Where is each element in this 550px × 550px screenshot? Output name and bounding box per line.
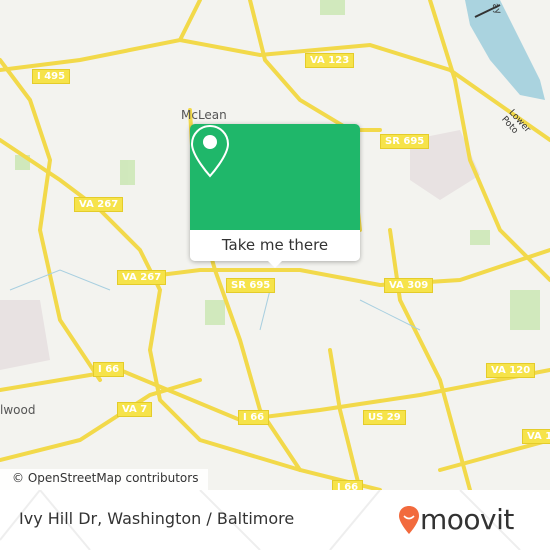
place-label-lwood: lwood [0, 403, 36, 417]
road-shield-va1: VA 1 [522, 429, 550, 444]
brand-name: moovit [420, 503, 514, 536]
moovit-pin-icon [399, 505, 419, 534]
place-label-mclean: McLean [181, 108, 227, 122]
popup-header [190, 124, 360, 230]
road-shield-va123: VA 123 [305, 53, 355, 68]
road-shield-i66: I 66 [332, 480, 364, 490]
road-shield-i495: I 495 [32, 69, 71, 84]
map-attribution[interactable]: © OpenStreetMap contributors [0, 469, 209, 490]
road-shield-va7: VA 7 [117, 402, 153, 417]
road-shield-va267: VA 267 [74, 197, 124, 212]
road-shield-va120: VA 120 [486, 363, 536, 378]
road-shield-va267: VA 267 [117, 270, 167, 285]
road-shield-i66: I 66 [93, 362, 125, 377]
footer-bar: Ivy Hill Dr, Washington / Baltimore moov… [0, 490, 550, 550]
road-shield-i66: I 66 [238, 410, 270, 425]
moovit-logo[interactable]: moovit [398, 503, 514, 536]
map-pin-icon [190, 124, 230, 178]
popup-pointer [267, 260, 283, 268]
map[interactable]: I 495 VA 123 SR 695 SR 695 VA 267 VA 267… [0, 0, 550, 490]
take-me-there-button[interactable]: Take me there [190, 230, 360, 261]
road-shield-sr695: SR 695 [380, 134, 430, 149]
destination-popup: Take me there [190, 124, 360, 268]
road-shield-sr695: SR 695 [226, 278, 276, 293]
road-shield-us29: US 29 [363, 410, 406, 425]
location-title: Ivy Hill Dr, Washington / Baltimore [19, 509, 295, 528]
road-shield-va309: VA 309 [384, 278, 434, 293]
